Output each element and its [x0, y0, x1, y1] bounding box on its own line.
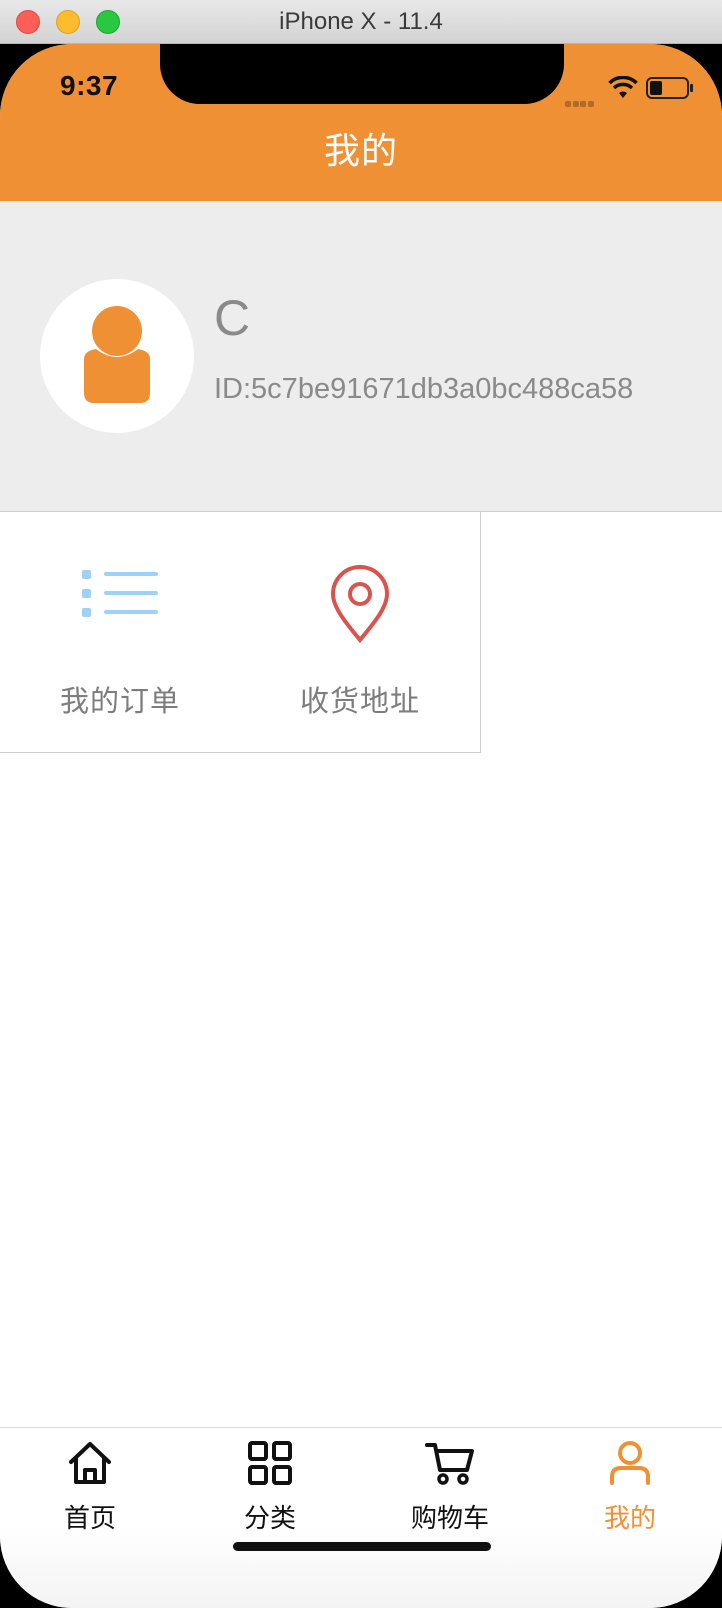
tab-label: 购物车 [410, 1504, 489, 1534]
nav-header: 9:37 我的 [0, 44, 722, 201]
tab-bar: 首页 分类 购物车 我的 [0, 1427, 722, 1608]
simulator-titlebar: iPhone X - 11.4 [0, 0, 722, 44]
user-icon [540, 1440, 720, 1490]
user-id: ID:5c7be91671db3a0bc488ca58 [214, 373, 634, 405]
page-title: 我的 [323, 131, 398, 172]
menu-item-label: 我的订单 [59, 684, 180, 718]
tab-label: 首页 [63, 1504, 116, 1534]
location-pin-icon [240, 564, 480, 644]
tab-cart[interactable]: 购物车 [360, 1428, 540, 1548]
shipping-address-button[interactable]: 收货地址 [240, 512, 481, 753]
tab-home[interactable]: 首页 [0, 1428, 180, 1548]
cellular-signal-icon [565, 92, 599, 107]
device-frame: 9:37 我的 C ID:5c7be91671db3a0bc488ca58 我的… [0, 44, 722, 1608]
home-indicator[interactable] [233, 1542, 491, 1551]
device-notch [160, 44, 564, 104]
tab-mine[interactable]: 我的 [540, 1428, 720, 1548]
menu-grid: 我的订单 收货地址 [0, 512, 722, 753]
user-avatar-icon [84, 306, 150, 403]
battery-icon [646, 77, 693, 99]
grid-icon [180, 1440, 360, 1490]
avatar[interactable] [40, 279, 194, 433]
cart-icon [360, 1440, 540, 1490]
list-icon [0, 564, 240, 644]
username: C [214, 290, 251, 346]
menu-item-label: 收货地址 [299, 684, 420, 718]
status-time: 9:37 [60, 70, 119, 101]
tab-category[interactable]: 分类 [180, 1428, 360, 1548]
wifi-icon [608, 76, 638, 98]
window-title: iPhone X - 11.4 [279, 8, 443, 35]
home-icon [0, 1440, 180, 1490]
profile-card[interactable]: C ID:5c7be91671db3a0bc488ca58 [0, 201, 722, 512]
app-screen: 9:37 我的 C ID:5c7be91671db3a0bc488ca58 我的… [0, 44, 722, 1608]
my-orders-button[interactable]: 我的订单 [0, 512, 241, 753]
tab-label: 我的 [603, 1504, 656, 1534]
tab-label: 分类 [243, 1504, 296, 1534]
